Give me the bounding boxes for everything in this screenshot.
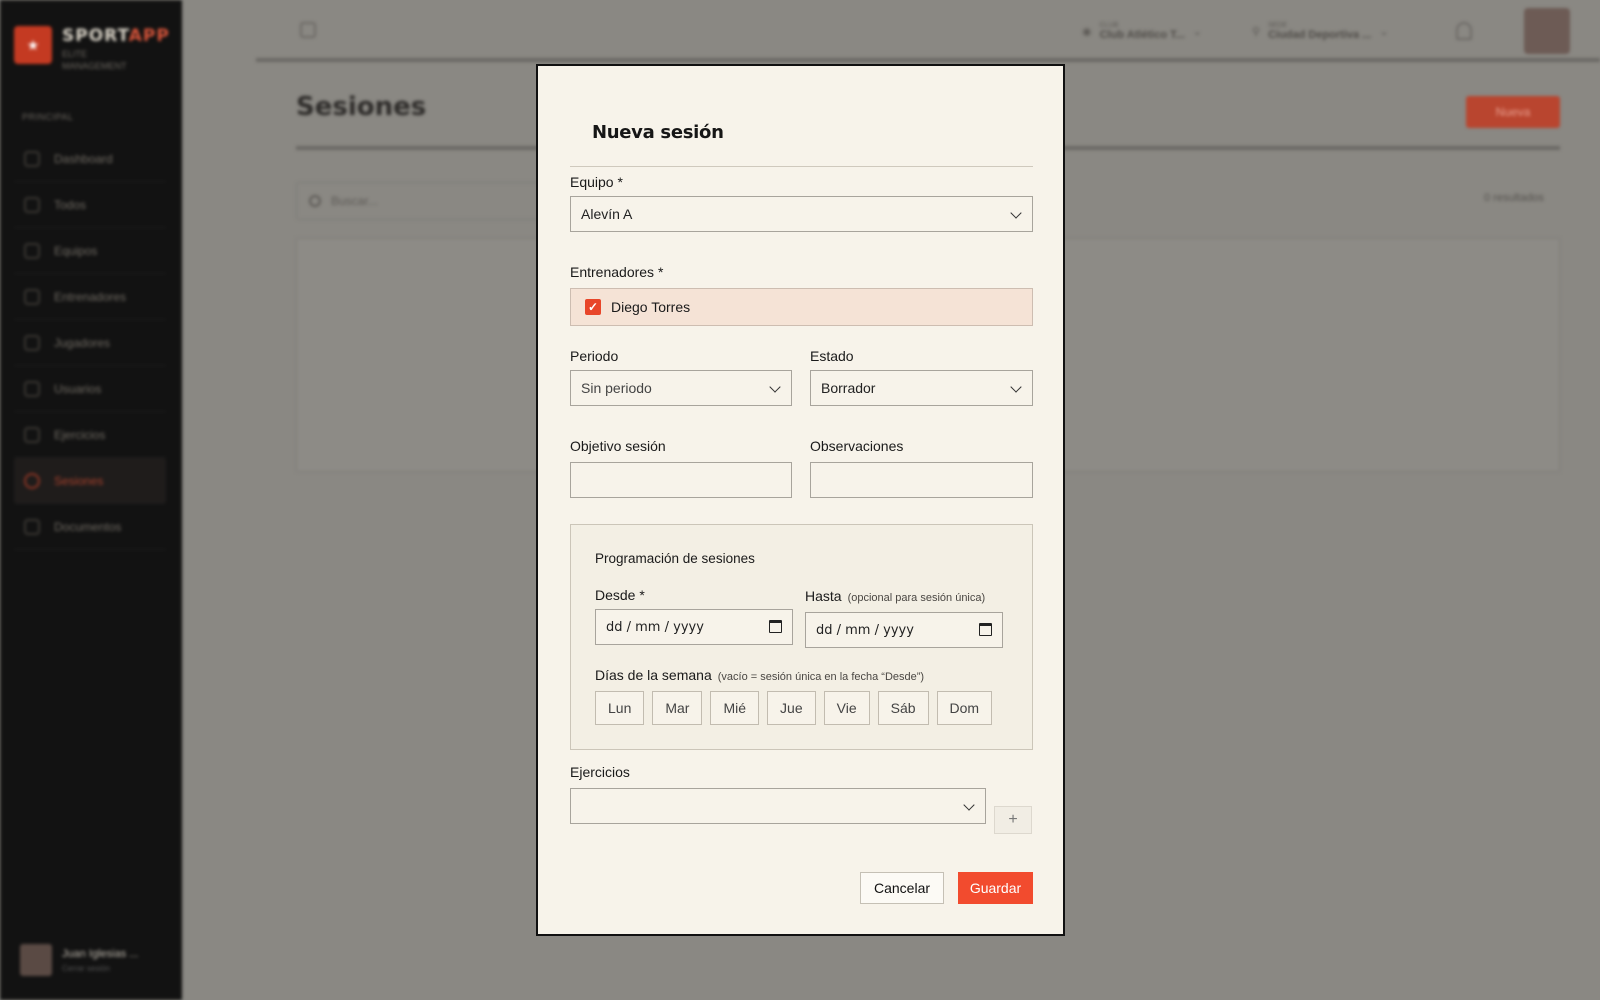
equipo-select[interactable]: Alevín A — [570, 196, 1033, 232]
player-icon — [24, 334, 40, 351]
club-icon: ◉ — [1082, 25, 1092, 38]
chevron-down-icon — [769, 381, 781, 393]
plus-icon: + — [1008, 811, 1018, 828]
day-mar[interactable]: Mar — [652, 691, 703, 725]
day-sab[interactable]: Sáb — [877, 691, 929, 725]
user-name: Juan Iglesias ... — [62, 947, 139, 960]
avatar[interactable] — [1524, 8, 1570, 54]
observaciones-label: Observaciones — [810, 438, 904, 454]
day-dom[interactable]: Dom — [936, 691, 993, 725]
location-pin-icon: ⚲ — [1252, 25, 1261, 38]
scheduling-title: Programación de sesiones — [595, 551, 755, 566]
pencil-icon — [24, 426, 40, 443]
team-icon — [24, 242, 40, 259]
calendar-icon[interactable] — [979, 623, 992, 636]
sidebar-toggle-icon[interactable] — [300, 22, 316, 38]
entrenadores-label: Entrenadores * — [570, 264, 664, 280]
sidebar-item-equipos[interactable]: Equipos — [14, 228, 166, 274]
brand-name: SPORTAPP — [62, 26, 170, 46]
periodo-select[interactable]: Sin periodo — [570, 370, 792, 406]
coach-name: Diego Torres — [611, 299, 691, 315]
sidebar-item-entrenadores[interactable]: Entrenadores — [14, 274, 166, 320]
sidebar: ★ SPORTAPP ELITE MANAGEMENT PRINCIPAL Da… — [0, 0, 182, 1000]
add-exercise-button[interactable]: + — [994, 806, 1032, 834]
chevron-down-icon: ⌄ — [1192, 25, 1202, 38]
brand-sub: ELITE MANAGEMENT — [62, 49, 127, 71]
equipo-label: Equipo * — [570, 174, 623, 190]
document-icon — [24, 518, 40, 535]
divider — [570, 166, 1033, 167]
search-input[interactable]: Buscar... — [296, 182, 566, 220]
coach-option[interactable]: ✓ Diego Torres — [570, 288, 1033, 326]
new-session-button[interactable]: Nueva — [1466, 96, 1560, 128]
list-icon — [24, 196, 40, 213]
observaciones-input[interactable] — [810, 462, 1033, 498]
hasta-hint: (opcional para sesión única) — [847, 592, 986, 604]
sidebar-item-jugadores[interactable]: Jugadores — [14, 320, 166, 366]
day-vie[interactable]: Vie — [823, 691, 870, 725]
estado-select[interactable]: Borrador — [810, 370, 1033, 406]
logout-link[interactable]: Cerrar sesión — [62, 964, 138, 973]
modal-title: Nueva sesión — [592, 122, 724, 143]
brand-logo-icon: ★ — [14, 26, 52, 64]
sidebar-section-label: PRINCIPAL — [22, 112, 74, 122]
avatar — [20, 944, 52, 976]
grid-icon — [24, 150, 40, 167]
chevron-down-icon — [1010, 207, 1022, 219]
calendar-icon[interactable] — [769, 620, 782, 633]
sidebar-user[interactable]: Juan Iglesias ... Cerrar sesión — [20, 944, 138, 976]
hasta-label: Hasta (opcional para sesión única) — [805, 588, 986, 604]
new-session-modal: Nueva sesión Equipo * Alevín A Entrenado… — [536, 64, 1065, 936]
cancel-button[interactable]: Cancelar — [860, 872, 944, 904]
sidebar-item-dashboard[interactable]: Dashboard — [14, 136, 166, 182]
page-title: Sesiones — [296, 92, 427, 122]
sidebar-nav: Dashboard Todos Equipos Entrenadores Jug… — [14, 136, 166, 550]
save-button[interactable]: Guardar — [958, 872, 1033, 904]
ejercicios-select[interactable] — [570, 788, 986, 824]
ejercicios-label: Ejercicios — [570, 764, 630, 780]
topbar: ◉ CLUB Club Atlético T... ⌄ ⚲ SEDE Ciudad … — [256, 0, 1600, 62]
dias-label: Días de la semana (vacío = sesión única e… — [595, 667, 925, 683]
sidebar-item-ejercicios[interactable]: Ejercicios — [14, 412, 166, 458]
objetivo-input[interactable] — [570, 462, 792, 498]
target-icon — [24, 472, 40, 489]
dias-hint: (vacío = sesión única en la fecha “Desde… — [717, 671, 925, 683]
chevron-down-icon — [1010, 381, 1022, 393]
desde-date-input[interactable]: dd / mm / yyyy — [595, 609, 793, 645]
search-icon — [309, 195, 321, 207]
desde-label: Desde * — [595, 587, 645, 603]
day-mie[interactable]: Mié — [710, 691, 760, 725]
chevron-down-icon: ⌄ — [1379, 25, 1389, 38]
coach-checkbox[interactable]: ✓ — [585, 299, 601, 315]
scheduling-panel: Programación de sesiones Desde * dd / mm… — [570, 524, 1033, 750]
estado-label: Estado — [810, 348, 854, 364]
bell-icon[interactable] — [1456, 22, 1472, 40]
hasta-date-input[interactable]: dd / mm / yyyy — [805, 612, 1003, 648]
day-jue[interactable]: Jue — [767, 691, 816, 725]
sidebar-item-sesiones[interactable]: Sesiones — [14, 458, 166, 504]
results-count: 0 resultados — [1484, 192, 1544, 204]
club-selector[interactable]: ◉ CLUB Club Atlético T... ⌄ — [1082, 16, 1202, 46]
day-lun[interactable]: Lun — [595, 691, 645, 725]
periodo-label: Periodo — [570, 348, 619, 364]
chevron-down-icon — [963, 799, 975, 811]
weekday-selector: Lun Mar Mié Jue Vie Sáb Dom — [595, 691, 993, 725]
clipboard-icon — [24, 288, 40, 305]
sidebar-item-usuarios[interactable]: Usuarios — [14, 366, 166, 412]
sidebar-item-todos[interactable]: Todos — [14, 182, 166, 228]
brand: ★ SPORTAPP ELITE MANAGEMENT — [14, 26, 170, 72]
venue-selector[interactable]: ⚲ SEDE Ciudad Deportiva ... ⌄ — [1252, 16, 1389, 46]
objetivo-label: Objetivo sesión — [570, 438, 666, 454]
user-icon — [24, 380, 40, 397]
sidebar-item-documentos[interactable]: Documentos — [14, 504, 166, 550]
